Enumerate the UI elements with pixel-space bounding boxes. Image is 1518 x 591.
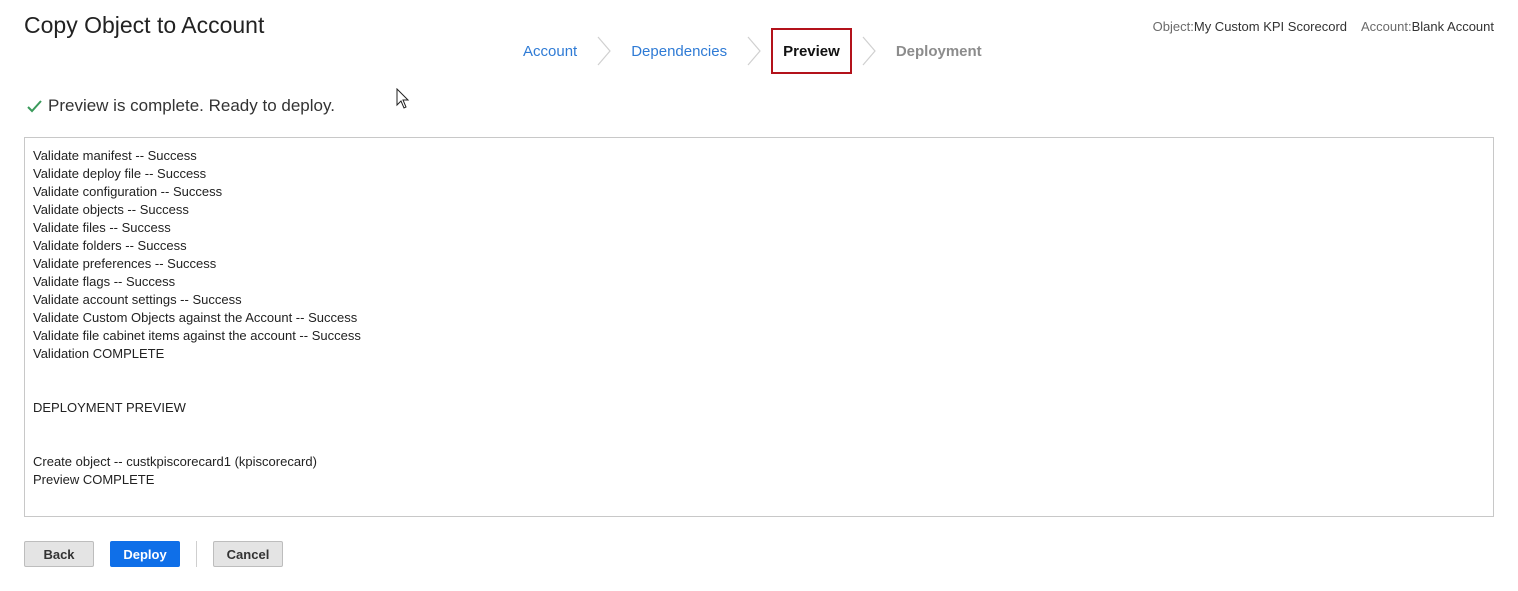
log-line: Validate file cabinet items against the … [33,328,361,343]
back-button[interactable]: Back [24,541,94,567]
log-line: Validate folders -- Success [33,238,187,253]
log-line: Validate preferences -- Success [33,256,217,271]
status-text: Preview is complete. Ready to deploy. [48,96,335,115]
log-line: Validation COMPLETE [33,346,165,361]
log-line: Create object -- custkpiscorecard1 (kpis… [33,454,317,469]
chevron-right-icon [595,28,613,74]
step-deployment: Deployment [895,42,982,60]
log-line: Validate Custom Objects against the Acco… [33,310,358,325]
log-line: Validate manifest -- Success [33,148,197,163]
chevron-right-icon [860,28,878,74]
mouse-cursor-icon [396,87,410,115]
wizard-steps: Account Dependencies Preview Deployment [505,28,1000,74]
page-title: Copy Object to Account [24,12,265,38]
deployment-log[interactable]: Validate manifest -- Success Validate dep… [24,137,1494,517]
object-account-info: Object:My Custom KPI Scorecord Account:Bl… [1153,19,1494,34]
step-account[interactable]: Account [505,28,595,74]
log-line: Validate deploy file -- Success [33,166,207,181]
check-icon [27,99,42,112]
object-value: My Custom KPI Scorecord [1193,19,1348,34]
account-value: Blank Account [1411,19,1494,34]
account-label: Account: [1361,19,1412,34]
log-line: Validate objects -- Success [33,202,189,217]
button-divider [196,541,197,567]
log-line: Preview COMPLETE [33,472,155,487]
step-preview: Preview [771,28,852,74]
step-dependencies[interactable]: Dependencies [613,28,745,74]
copy-object-page: Copy Object to Account Object:My Custom … [0,0,1518,591]
log-line: Validate account settings -- Success [33,292,242,307]
object-label: Object: [1152,19,1194,34]
chevron-right-icon [745,28,763,74]
cancel-button[interactable]: Cancel [213,541,283,567]
log-line: DEPLOYMENT PREVIEW [33,400,186,415]
log-line: Validate files -- Success [33,220,171,235]
deploy-button[interactable]: Deploy [110,541,180,567]
log-line: Validate flags -- Success [33,274,176,289]
status-message: Preview is complete. Ready to deploy. [27,96,335,116]
log-line: Validate configuration -- Success [33,184,223,199]
